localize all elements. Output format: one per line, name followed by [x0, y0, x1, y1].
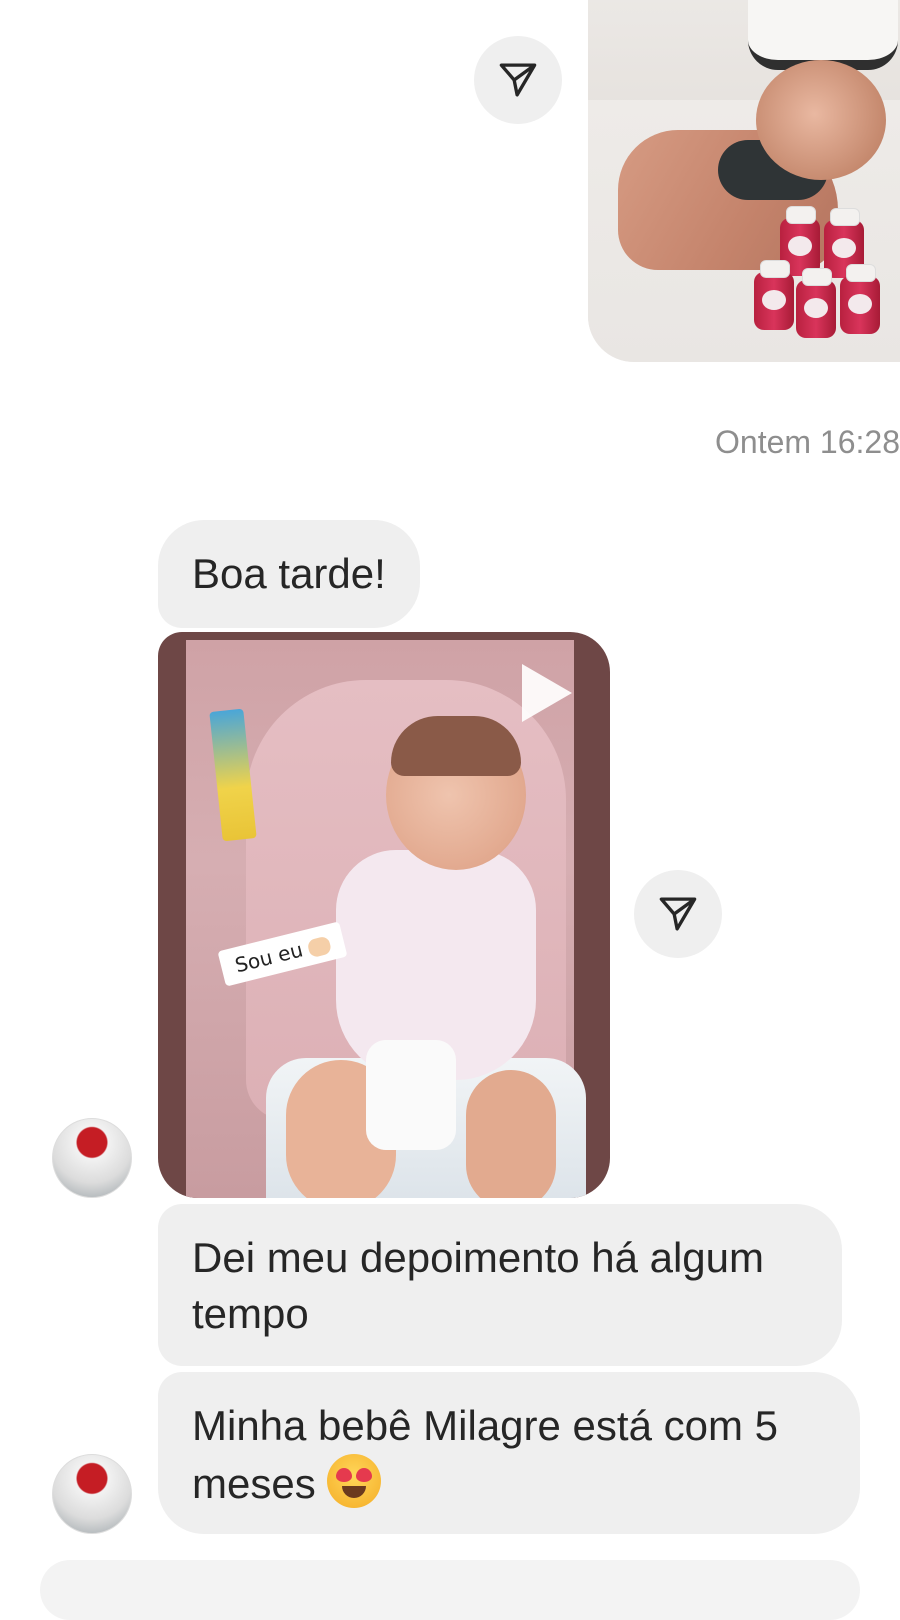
product-bottle	[796, 268, 836, 338]
video-detail	[391, 716, 521, 776]
avatar[interactable]	[52, 1454, 132, 1534]
heart-eyes-emoji-icon	[327, 1454, 382, 1508]
video-detail	[209, 708, 257, 842]
message-bubble[interactable]: Dei meu depoimento há algum tempo	[158, 1204, 842, 1366]
sent-image[interactable]	[588, 0, 900, 362]
share-button[interactable]	[634, 870, 722, 958]
avatar[interactable]	[52, 1118, 132, 1198]
photo-detail	[756, 60, 886, 180]
emoji-heart-eye	[336, 1468, 353, 1482]
share-button[interactable]	[474, 36, 562, 124]
pointing-hand-icon	[306, 934, 333, 958]
timestamp-text: Ontem 16:28	[715, 424, 900, 460]
message-text: Minha bebê Milagre está com 5 meses	[192, 1402, 778, 1507]
message-text: Dei meu depoimento há algum tempo	[192, 1234, 765, 1337]
message-bubble[interactable]: Boa tarde!	[158, 520, 420, 628]
message-text: Boa tarde!	[192, 550, 386, 597]
message-bubble[interactable]: Minha bebê Milagre está com 5 meses	[158, 1372, 860, 1534]
paper-plane-icon	[659, 897, 697, 931]
paper-plane-icon	[499, 63, 537, 97]
video-message[interactable]: Sou eu	[158, 632, 610, 1198]
play-icon[interactable]	[516, 660, 576, 726]
video-detail	[366, 1040, 456, 1150]
composer-edge	[40, 1560, 860, 1620]
video-detail	[466, 1070, 556, 1198]
emoji-mouth	[342, 1486, 367, 1498]
product-bottle	[754, 260, 794, 330]
product-bottle	[840, 264, 880, 334]
message-timestamp: Ontem 16:28	[0, 424, 900, 461]
emoji-heart-eye	[356, 1468, 373, 1482]
